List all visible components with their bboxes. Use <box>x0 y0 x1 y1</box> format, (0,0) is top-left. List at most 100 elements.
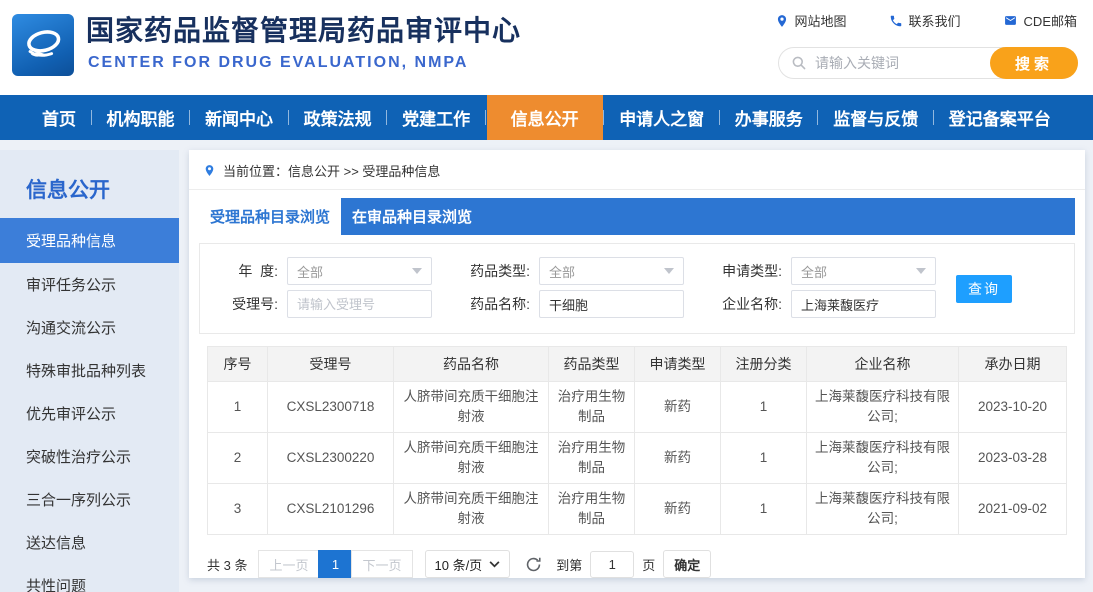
refresh-button[interactable] <box>525 556 542 573</box>
cde-logo[interactable] <box>12 14 74 76</box>
drug-type-label: 药品类型: <box>452 261 530 281</box>
sidebar-item-breakthrough-therapy[interactable]: 突破性治疗公示 <box>0 435 179 478</box>
chevron-down-icon <box>412 268 422 274</box>
chevron-down-icon <box>916 268 926 274</box>
col-acceptance-no: 受理号 <box>268 347 394 382</box>
nav-item-home[interactable]: 首页 <box>28 95 90 140</box>
drug-name-label: 药品名称: <box>452 294 530 314</box>
sitemap-label: 网站地图 <box>795 11 847 30</box>
sidebar-item-priority-review[interactable]: 优先审评公示 <box>0 392 179 435</box>
sidebar-item-review-tasks[interactable]: 审评任务公示 <box>0 263 179 306</box>
sidebar-item-communication[interactable]: 沟通交流公示 <box>0 306 179 349</box>
tab-under-review-catalog[interactable]: 在审品种目录浏览 <box>341 198 483 235</box>
nav-item-policies[interactable]: 政策法规 <box>290 95 386 140</box>
drug-name-input[interactable] <box>539 290 684 318</box>
prev-page-button[interactable]: 上一页 <box>258 550 319 578</box>
contact-link[interactable]: 联系我们 <box>889 11 961 30</box>
goto-suffix: 页 <box>642 555 655 574</box>
table-cell: 2023-10-20 <box>959 382 1067 433</box>
nav-item-party[interactable]: 党建工作 <box>388 95 484 140</box>
table-cell: 上海莱馥医疗科技有限公司; <box>807 484 959 535</box>
table-cell: 人脐带间充质干细胞注射液 <box>394 433 549 484</box>
page-number-button[interactable]: 1 <box>318 550 352 578</box>
sidebar-item-special-approval[interactable]: 特殊审批品种列表 <box>0 349 179 392</box>
sitemap-link[interactable]: 网站地图 <box>775 11 847 30</box>
company-label: 企业名称: <box>704 294 782 314</box>
page-size-value: 10 条/页 <box>435 555 483 574</box>
table-cell: 治疗用生物制品 <box>549 484 635 535</box>
table-body: 1CXSL2300718人脐带间充质干细胞注射液治疗用生物制品新药1上海莱馥医疗… <box>208 382 1067 535</box>
chevron-down-icon <box>489 561 500 568</box>
site-header: 国家药品监督管理局药品审评中心 CENTER FOR DRUG EVALUATI… <box>0 0 1093 95</box>
nav-item-info-disclosure[interactable]: 信息公开 <box>487 95 603 140</box>
col-reg-class: 注册分类 <box>721 347 807 382</box>
year-select[interactable]: 全部 <box>287 257 432 285</box>
results-table: 序号 受理号 药品名称 药品类型 申请类型 注册分类 企业名称 承办日期 1CX… <box>207 346 1067 535</box>
year-value: 全部 <box>297 262 323 281</box>
tab-bar: 受理品种目录浏览 在审品种目录浏览 <box>199 198 1075 235</box>
acceptance-input[interactable] <box>287 290 432 318</box>
table-cell: 1 <box>721 484 807 535</box>
filter-row-1: 年 度: 全部 药品类型: 全部 申请类型: 全部 <box>200 257 1074 285</box>
company-input[interactable] <box>791 290 936 318</box>
content-layout: 信息公开 受理品种信息 审评任务公示 沟通交流公示 特殊审批品种列表 优先审评公… <box>0 140 1093 592</box>
phone-icon <box>889 14 903 28</box>
drug-type-select[interactable]: 全部 <box>539 257 684 285</box>
page-size-select[interactable]: 10 条/页 <box>425 550 511 578</box>
page-title: 国家药品监督管理局药品审评中心 <box>86 9 521 49</box>
sidebar: 信息公开 受理品种信息 审评任务公示 沟通交流公示 特殊审批品种列表 优先审评公… <box>0 150 179 592</box>
mail-icon <box>1003 14 1018 27</box>
refresh-icon <box>525 556 542 573</box>
nav-item-registration-platform[interactable]: 登记备案平台 <box>935 95 1065 140</box>
main-nav: 首页 机构职能 新闻中心 政策法规 党建工作 信息公开 申请人之窗 办事服务 监… <box>0 95 1093 140</box>
table-row: 1CXSL2300718人脐带间充质干细胞注射液治疗用生物制品新药1上海莱馥医疗… <box>208 382 1067 433</box>
table-cell: 新药 <box>635 484 721 535</box>
table-row: 2CXSL2300220人脐带间充质干细胞注射液治疗用生物制品新药1上海莱馥医疗… <box>208 433 1067 484</box>
col-drug-type: 药品类型 <box>549 347 635 382</box>
mailbox-link[interactable]: CDE邮箱 <box>1003 11 1077 30</box>
table-header-row: 序号 受理号 药品名称 药品类型 申请类型 注册分类 企业名称 承办日期 <box>208 347 1067 382</box>
nav-item-services[interactable]: 办事服务 <box>721 95 817 140</box>
quick-links: 网站地图 联系我们 CDE邮箱 <box>775 11 1077 30</box>
sidebar-item-delivery-info[interactable]: 送达信息 <box>0 521 179 564</box>
tab-accepted-catalog[interactable]: 受理品种目录浏览 <box>199 198 341 235</box>
table-cell: 治疗用生物制品 <box>549 382 635 433</box>
sidebar-item-three-in-one[interactable]: 三合一序列公示 <box>0 478 179 521</box>
contact-label: 联系我们 <box>909 11 961 30</box>
col-apply-type: 申请类型 <box>635 347 721 382</box>
goto-page-input[interactable] <box>590 551 634 578</box>
table-cell: 新药 <box>635 433 721 484</box>
filter-drug-type: 药品类型: 全部 <box>452 257 684 285</box>
table-cell: 人脐带间充质干细胞注射液 <box>394 382 549 433</box>
page-subtitle: CENTER FOR DRUG EVALUATION, NMPA <box>88 54 468 72</box>
total-count: 共 3 条 <box>207 555 247 574</box>
table-cell: 3 <box>208 484 268 535</box>
apply-type-select[interactable]: 全部 <box>791 257 936 285</box>
logo-swirl-icon <box>20 22 66 68</box>
table-cell: 1 <box>721 433 807 484</box>
apply-type-value: 全部 <box>801 262 827 281</box>
breadcrumb: 当前位置：信息公开 >> 受理品种信息 <box>189 150 1085 190</box>
search-button[interactable]: 搜索 <box>990 47 1078 79</box>
table-cell: 新药 <box>635 382 721 433</box>
table-cell: CXSL2300220 <box>268 433 394 484</box>
col-seq: 序号 <box>208 347 268 382</box>
col-drug-name: 药品名称 <box>394 347 549 382</box>
nav-item-applicant[interactable]: 申请人之窗 <box>605 95 718 140</box>
breadcrumb-text: 当前位置：信息公开 >> 受理品种信息 <box>223 161 440 180</box>
search-input[interactable] <box>815 55 990 71</box>
filter-apply-type: 申请类型: 全部 <box>704 257 936 285</box>
next-page-button[interactable]: 下一页 <box>351 550 412 578</box>
table-cell: 上海莱馥医疗科技有限公司; <box>807 433 959 484</box>
nav-item-news[interactable]: 新闻中心 <box>191 95 287 140</box>
filter-acceptance-no: 受理号: <box>200 290 432 318</box>
location-pin-icon <box>775 14 789 28</box>
magnifier-icon <box>791 55 807 71</box>
confirm-button[interactable]: 确定 <box>663 550 711 578</box>
query-button[interactable]: 查询 <box>956 275 1012 303</box>
nav-item-supervision[interactable]: 监督与反馈 <box>819 95 932 140</box>
sidebar-item-accepted-varieties[interactable]: 受理品种信息 <box>0 218 179 263</box>
nav-item-functions[interactable]: 机构职能 <box>93 95 189 140</box>
sidebar-item-common-issues[interactable]: 共性问题 <box>0 564 179 592</box>
sidebar-title: 信息公开 <box>0 166 179 218</box>
